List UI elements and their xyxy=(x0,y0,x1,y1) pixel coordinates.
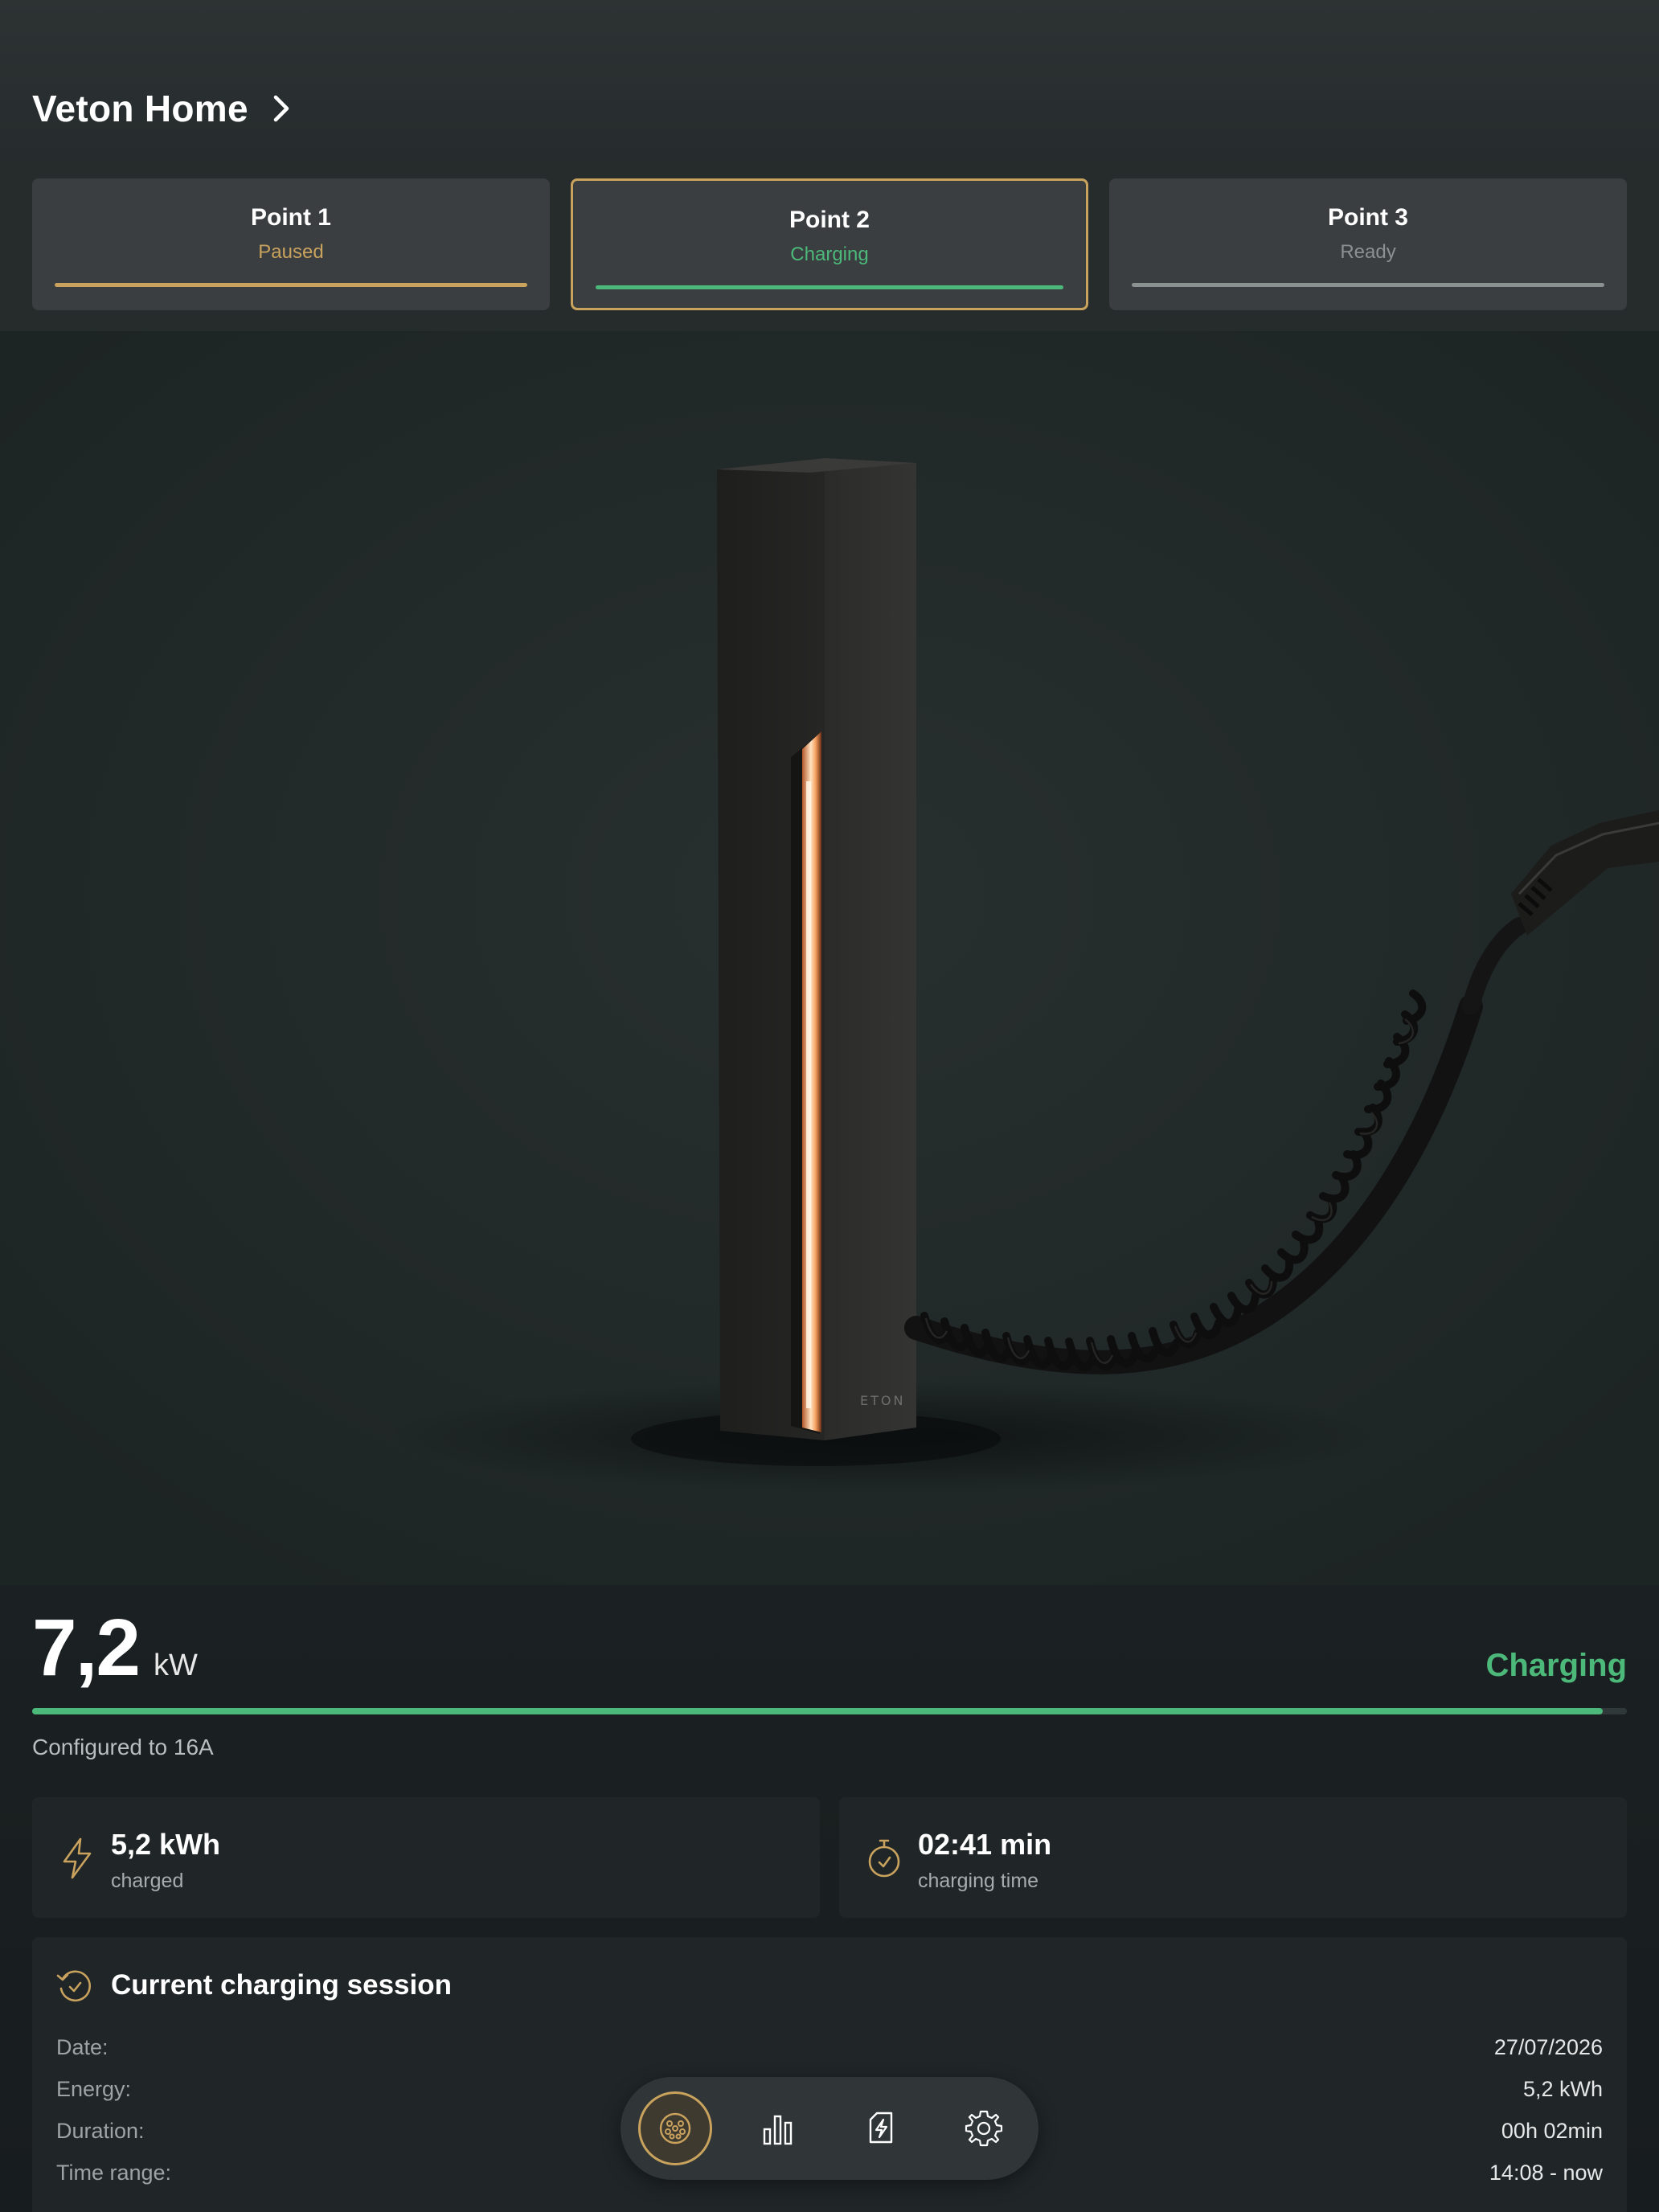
session-key: Date: xyxy=(56,2035,109,2059)
point-name: Point 3 xyxy=(1327,204,1408,231)
energy-value: 5,2 kWh xyxy=(111,1828,221,1861)
power-progress-track xyxy=(32,1708,1627,1714)
charging-time-card: 02:41 min charging time xyxy=(839,1797,1627,1918)
session-key: Time range: xyxy=(56,2161,172,2185)
point-card-3[interactable]: Point 3 Ready xyxy=(1109,178,1627,310)
site-title[interactable]: Veton Home xyxy=(32,87,248,130)
power-readout: 7,2 kW xyxy=(32,1608,198,1688)
energy-label: charged xyxy=(111,1870,184,1892)
session-value: 14:08 - now xyxy=(1489,2161,1603,2185)
session-value: 5,2 kWh xyxy=(1522,2077,1603,2101)
charger-connector-icon xyxy=(659,2112,691,2144)
point-status-bar xyxy=(55,283,527,287)
point-name: Point 1 xyxy=(250,204,331,231)
gear-icon xyxy=(965,2110,1003,2147)
history-clock-icon xyxy=(56,1970,91,2002)
nav-energy-button[interactable] xyxy=(844,2091,918,2165)
power-progress-fill xyxy=(32,1708,1604,1714)
power-value: 7,2 xyxy=(32,1603,141,1693)
bar-chart-icon xyxy=(763,2115,793,2145)
energy-charged-card: 5,2 kWh charged xyxy=(32,1797,820,1918)
chevron-right-icon[interactable] xyxy=(269,94,293,123)
point-card-2[interactable]: Point 2 Charging xyxy=(571,178,1088,310)
svg-text:ETON: ETON xyxy=(860,1393,905,1408)
app-screen: Veton Home Point 1 Paused Point 2 Chargi… xyxy=(0,0,1659,2212)
point-status: Paused xyxy=(258,241,324,263)
point-status: Ready xyxy=(1340,241,1396,263)
point-card-1[interactable]: Point 1 Paused xyxy=(32,178,550,310)
nav-statistics-button[interactable] xyxy=(741,2091,815,2165)
session-value: 27/07/2026 xyxy=(1493,2035,1603,2059)
session-title: Current charging session xyxy=(111,1969,452,2001)
point-status-bar xyxy=(596,285,1063,289)
point-status: Charging xyxy=(790,244,869,265)
charging-time-label: charging time xyxy=(918,1870,1039,1892)
lightning-icon xyxy=(63,1837,92,1879)
session-value: 00h 02min xyxy=(1501,2119,1603,2143)
session-key: Energy: xyxy=(56,2077,132,2101)
point-name: Point 2 xyxy=(789,207,870,233)
energy-bolt-icon xyxy=(869,2112,893,2144)
session-row-date: Date: 27/07/2026 xyxy=(56,2035,1603,2067)
bottom-navigation xyxy=(621,2077,1038,2180)
nav-charger-button[interactable] xyxy=(638,2091,712,2165)
charger-hero-image: ETON xyxy=(0,331,1659,1585)
session-key: Duration: xyxy=(56,2119,145,2143)
nav-settings-button[interactable] xyxy=(947,2091,1021,2165)
point-status-bar xyxy=(1132,283,1604,287)
configured-current: Configured to 16A xyxy=(32,1735,214,1759)
stopwatch-icon xyxy=(868,1839,900,1878)
charging-time-value: 02:41 min xyxy=(918,1828,1052,1861)
charger-illustration: ETON xyxy=(0,331,1659,1585)
power-unit: kW xyxy=(154,1649,198,1682)
charging-state-label: Charging xyxy=(1485,1648,1627,1683)
charging-points-strip: Point 1 Paused Point 2 Charging Point 3 … xyxy=(0,159,1659,331)
site-header[interactable]: Veton Home xyxy=(32,87,293,130)
